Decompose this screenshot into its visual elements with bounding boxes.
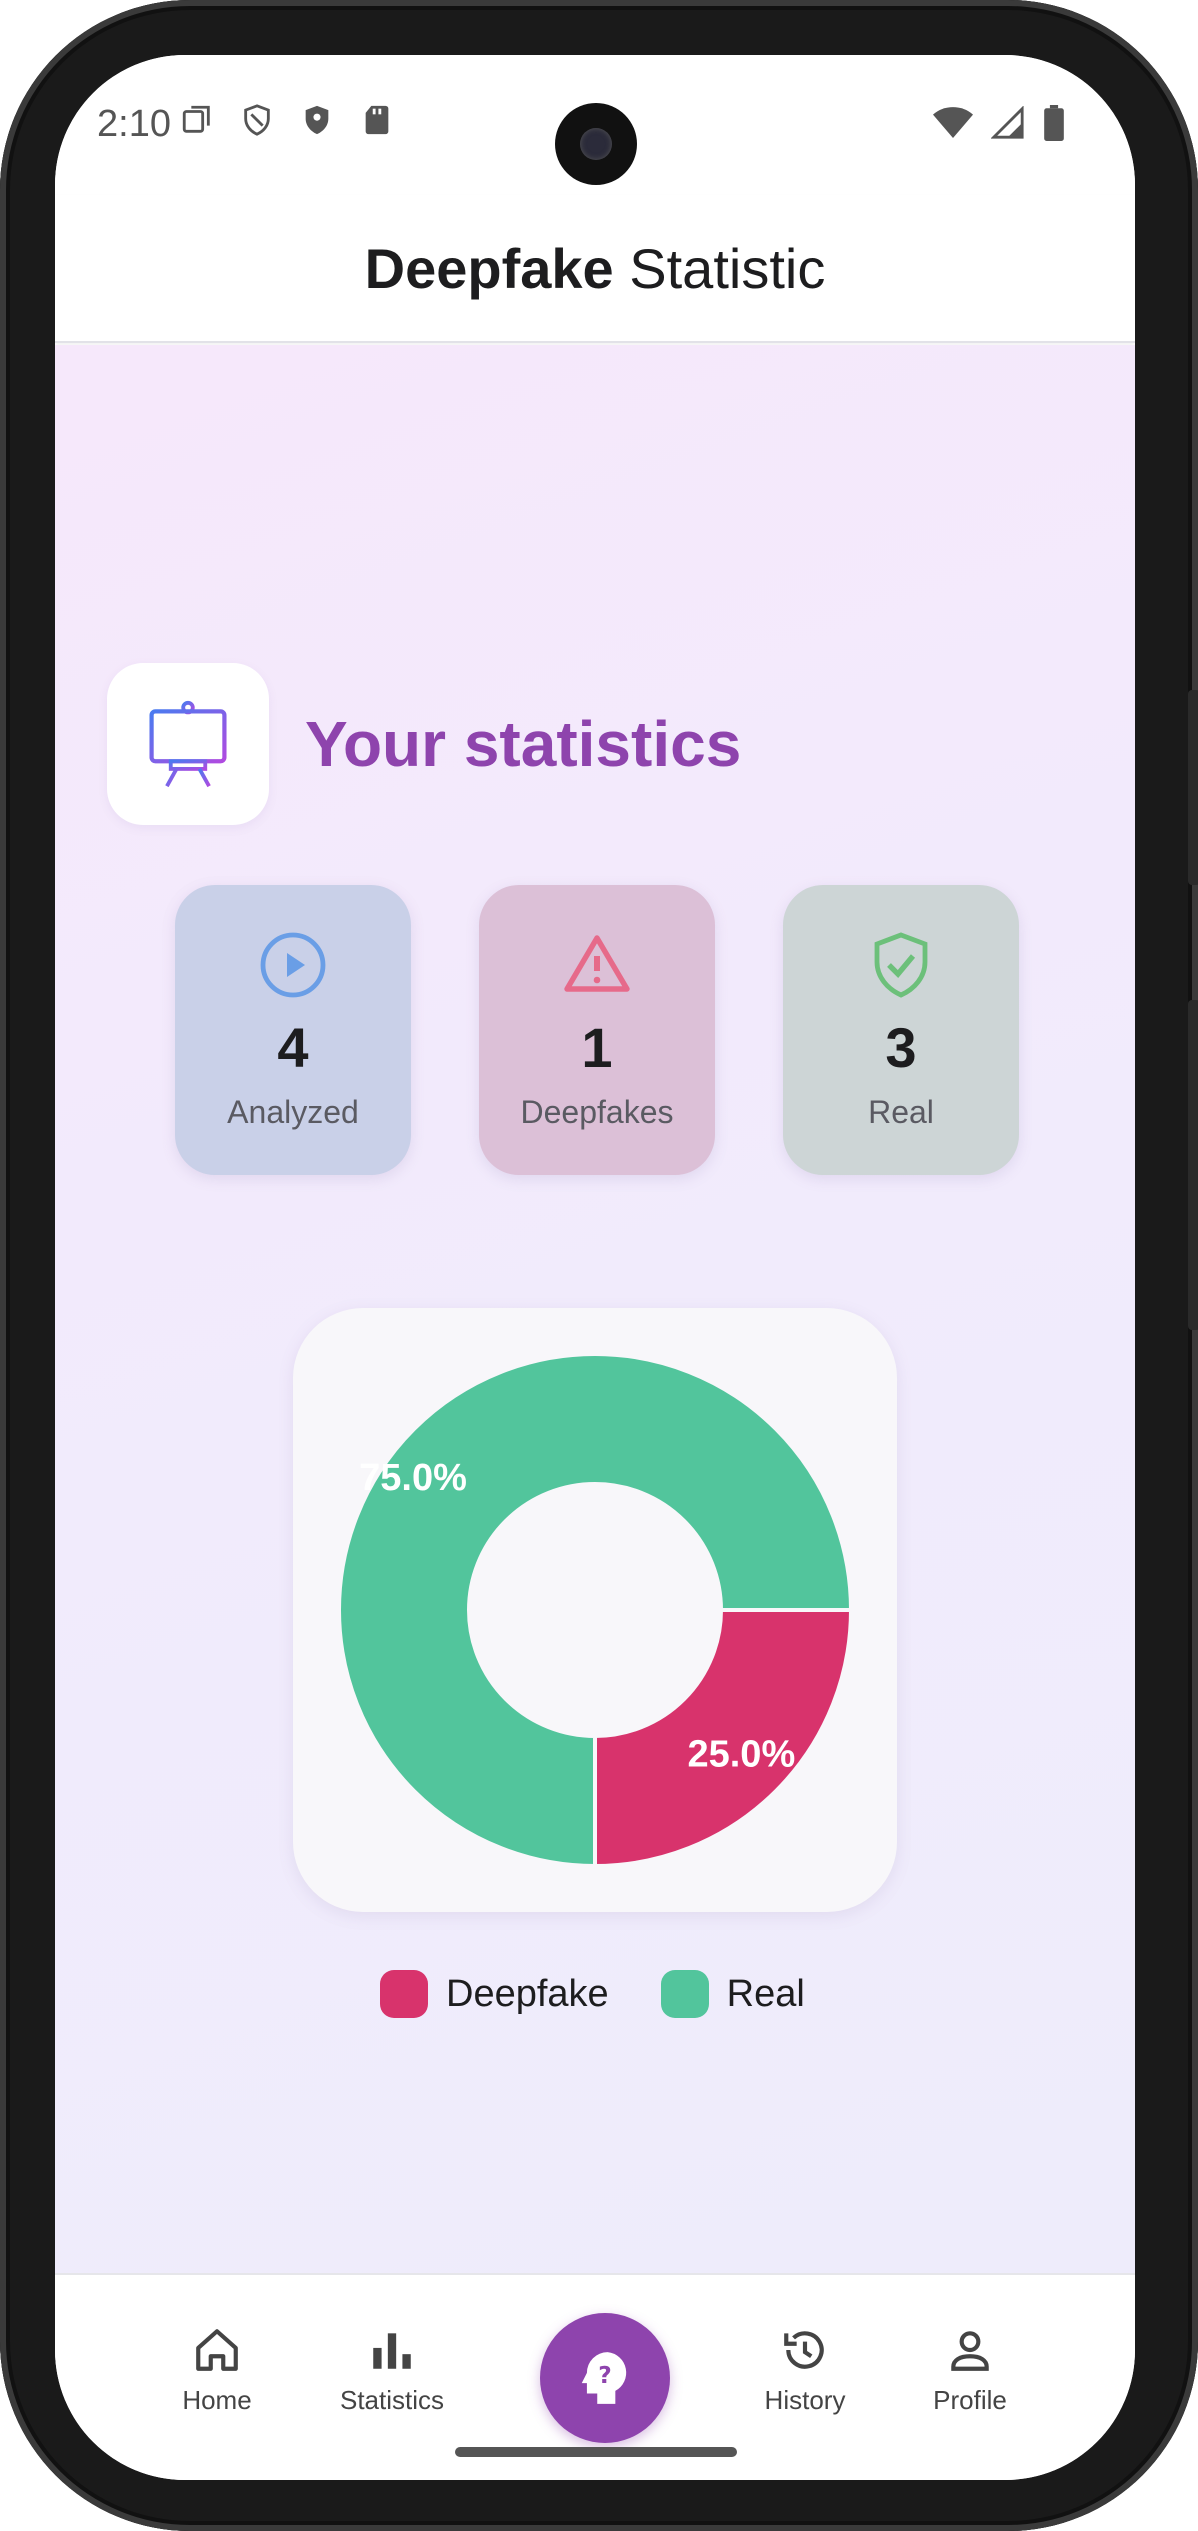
chart-legend: Deepfake Real xyxy=(380,1970,857,2018)
shield-filled-icon xyxy=(305,105,329,135)
presentation-board-icon xyxy=(149,700,227,788)
screen: 2:10 Deepfake Statistic Your statistics … xyxy=(55,55,1135,2480)
legend-label: Deepfake xyxy=(446,1972,609,2015)
signal-icon xyxy=(991,106,1024,139)
nav-history[interactable]: History xyxy=(730,2325,880,2416)
legend-label: Real xyxy=(726,1972,805,2015)
statistics-icon-box xyxy=(107,663,269,825)
stat-label: Analyzed xyxy=(227,1094,359,1130)
bar-chart-icon xyxy=(373,2333,411,2369)
person-icon xyxy=(951,2331,989,2371)
page-title-regular: Statistic xyxy=(629,236,826,300)
wifi-icon xyxy=(933,107,973,138)
stat-value: 4 xyxy=(277,1016,309,1079)
front-camera xyxy=(555,103,637,185)
stat-card-real[interactable]: 3 Real xyxy=(783,885,1019,1175)
home-indicator xyxy=(455,2447,737,2457)
stat-card-analyzed[interactable]: 4 Analyzed xyxy=(175,885,411,1175)
stat-label: Real xyxy=(868,1094,934,1130)
status-icons-right xyxy=(933,105,1065,141)
statistics-content: Your statistics 4 Analyzed 1 Deepfakes 3… xyxy=(55,345,1135,2275)
page-title: Deepfake Statistic xyxy=(365,236,826,301)
nav-profile[interactable]: Profile xyxy=(895,2325,1045,2416)
stat-label: Deepfakes xyxy=(520,1094,674,1130)
shield-outline-icon xyxy=(244,104,270,136)
donut-chart-card: 25.0% 75.0% xyxy=(293,1308,897,1912)
history-icon xyxy=(784,2331,824,2369)
nav-label: Statistics xyxy=(339,2385,445,2415)
analyze-fab-button[interactable]: ? xyxy=(540,2313,670,2443)
legend-swatch xyxy=(660,1970,709,2018)
nav-label: Profile xyxy=(933,2385,1007,2415)
nav-home[interactable]: Home xyxy=(142,2325,292,2416)
status-icons-left xyxy=(180,103,394,137)
donut-chart[interactable]: 25.0% 75.0% xyxy=(293,1308,897,1912)
sd-card-icon xyxy=(365,105,389,135)
stat-cards: 4 Analyzed 1 Deepfakes 3 Real xyxy=(175,885,1019,1175)
power-button xyxy=(1188,1000,1198,1330)
question-head-icon: ? xyxy=(581,2352,627,2404)
phone-frame: 2:10 Deepfake Statistic Your statistics … xyxy=(0,0,1198,2531)
app-bar: Deepfake Statistic xyxy=(55,195,1135,343)
home-icon xyxy=(196,2329,238,2371)
svg-text:?: ? xyxy=(598,2362,612,2389)
screenshot-icon xyxy=(182,105,210,133)
legend-swatch xyxy=(380,1970,428,2018)
shield-check-icon xyxy=(874,932,928,998)
volume-button xyxy=(1188,690,1198,885)
play-circle-icon xyxy=(260,932,326,998)
nav-label: History xyxy=(764,2385,846,2415)
donut-label-deepfake: 25.0% xyxy=(687,1733,795,1775)
nav-label: Home xyxy=(182,2385,252,2415)
stat-value: 3 xyxy=(885,1016,917,1079)
warning-triangle-icon xyxy=(564,935,630,992)
stat-card-deepfakes[interactable]: 1 Deepfakes xyxy=(479,885,715,1175)
statistics-title: Your statistics xyxy=(305,708,742,780)
status-time: 2:10 xyxy=(97,103,171,145)
status-bar: 2:10 xyxy=(55,55,1135,195)
donut-label-real: 75.0% xyxy=(359,1457,467,1499)
statistics-header: Your statistics xyxy=(107,663,741,825)
battery-icon xyxy=(1044,105,1064,141)
stat-value: 1 xyxy=(581,1016,613,1079)
page-title-bold: Deepfake xyxy=(364,236,614,300)
legend-item-real: Real xyxy=(660,1970,805,2018)
legend-item-deepfake: Deepfake xyxy=(380,1970,609,2018)
nav-statistics[interactable]: Statistics xyxy=(317,2325,467,2416)
